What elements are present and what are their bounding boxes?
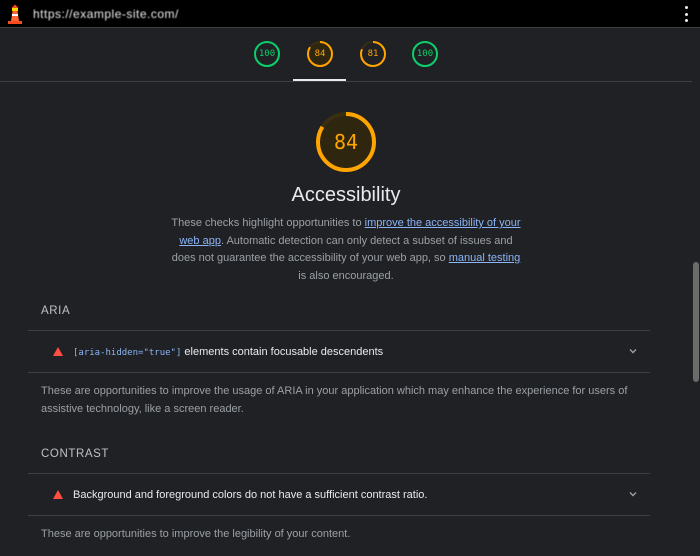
score-value: 84 (314, 49, 326, 59)
score-value: 100 (416, 49, 434, 59)
score-value: 100 (258, 49, 276, 59)
url-text: https://example-site.com/ (33, 6, 179, 21)
group-description-contrast: These are opportunities to improve the l… (41, 528, 351, 540)
description-text: is also encouraged. (298, 269, 394, 282)
chevron-down-icon[interactable] (628, 346, 638, 356)
category-description: These checks highlight opportunities to … (168, 215, 524, 285)
active-tab-indicator (293, 79, 346, 81)
score-gauge-performance[interactable]: 100 (253, 40, 281, 68)
group-title-aria: ARIA (41, 305, 71, 317)
score-gauge-seo[interactable]: 100 (411, 40, 439, 68)
audit-color-contrast[interactable]: Background and foreground colors do not … (28, 474, 650, 515)
group-title-contrast: CONTRAST (41, 448, 110, 460)
scrollbar-thumb[interactable] (693, 262, 699, 382)
group-description-aria: These are opportunities to improve the u… (41, 385, 628, 415)
audit-title-text: elements contain focusable descendents (181, 345, 384, 358)
lighthouse-icon (8, 4, 22, 24)
category-score-value: 84 (333, 130, 359, 154)
score-gauge-accessibility[interactable]: 84 (306, 40, 334, 68)
chevron-down-icon[interactable] (628, 489, 638, 499)
category-score-gauge: 84 (314, 110, 378, 174)
audit-title: Background and foreground colors do not … (73, 488, 428, 501)
fail-triangle-icon (53, 347, 63, 356)
fail-triangle-icon (53, 490, 63, 499)
audit-title: [aria-hidden="true"] elements contain fo… (73, 346, 383, 358)
audit-code: [aria-hidden="true"] (73, 347, 182, 358)
top-bar: https://example-site.com/ (0, 0, 700, 28)
score-value: 81 (367, 49, 379, 59)
divider (28, 372, 650, 373)
audit-aria-hidden-focus[interactable]: [aria-hidden="true"] elements contain fo… (28, 331, 650, 372)
score-gauge-best-practices[interactable]: 81 (359, 40, 387, 68)
score-header: 100 84 81 100 (0, 28, 692, 82)
kebab-menu-icon[interactable] (684, 6, 688, 22)
divider (28, 515, 650, 516)
category-title: Accessibility (291, 184, 401, 206)
manual-testing-link[interactable]: manual testing (449, 252, 521, 264)
description-text: These checks highlight opportunities to (171, 217, 365, 229)
